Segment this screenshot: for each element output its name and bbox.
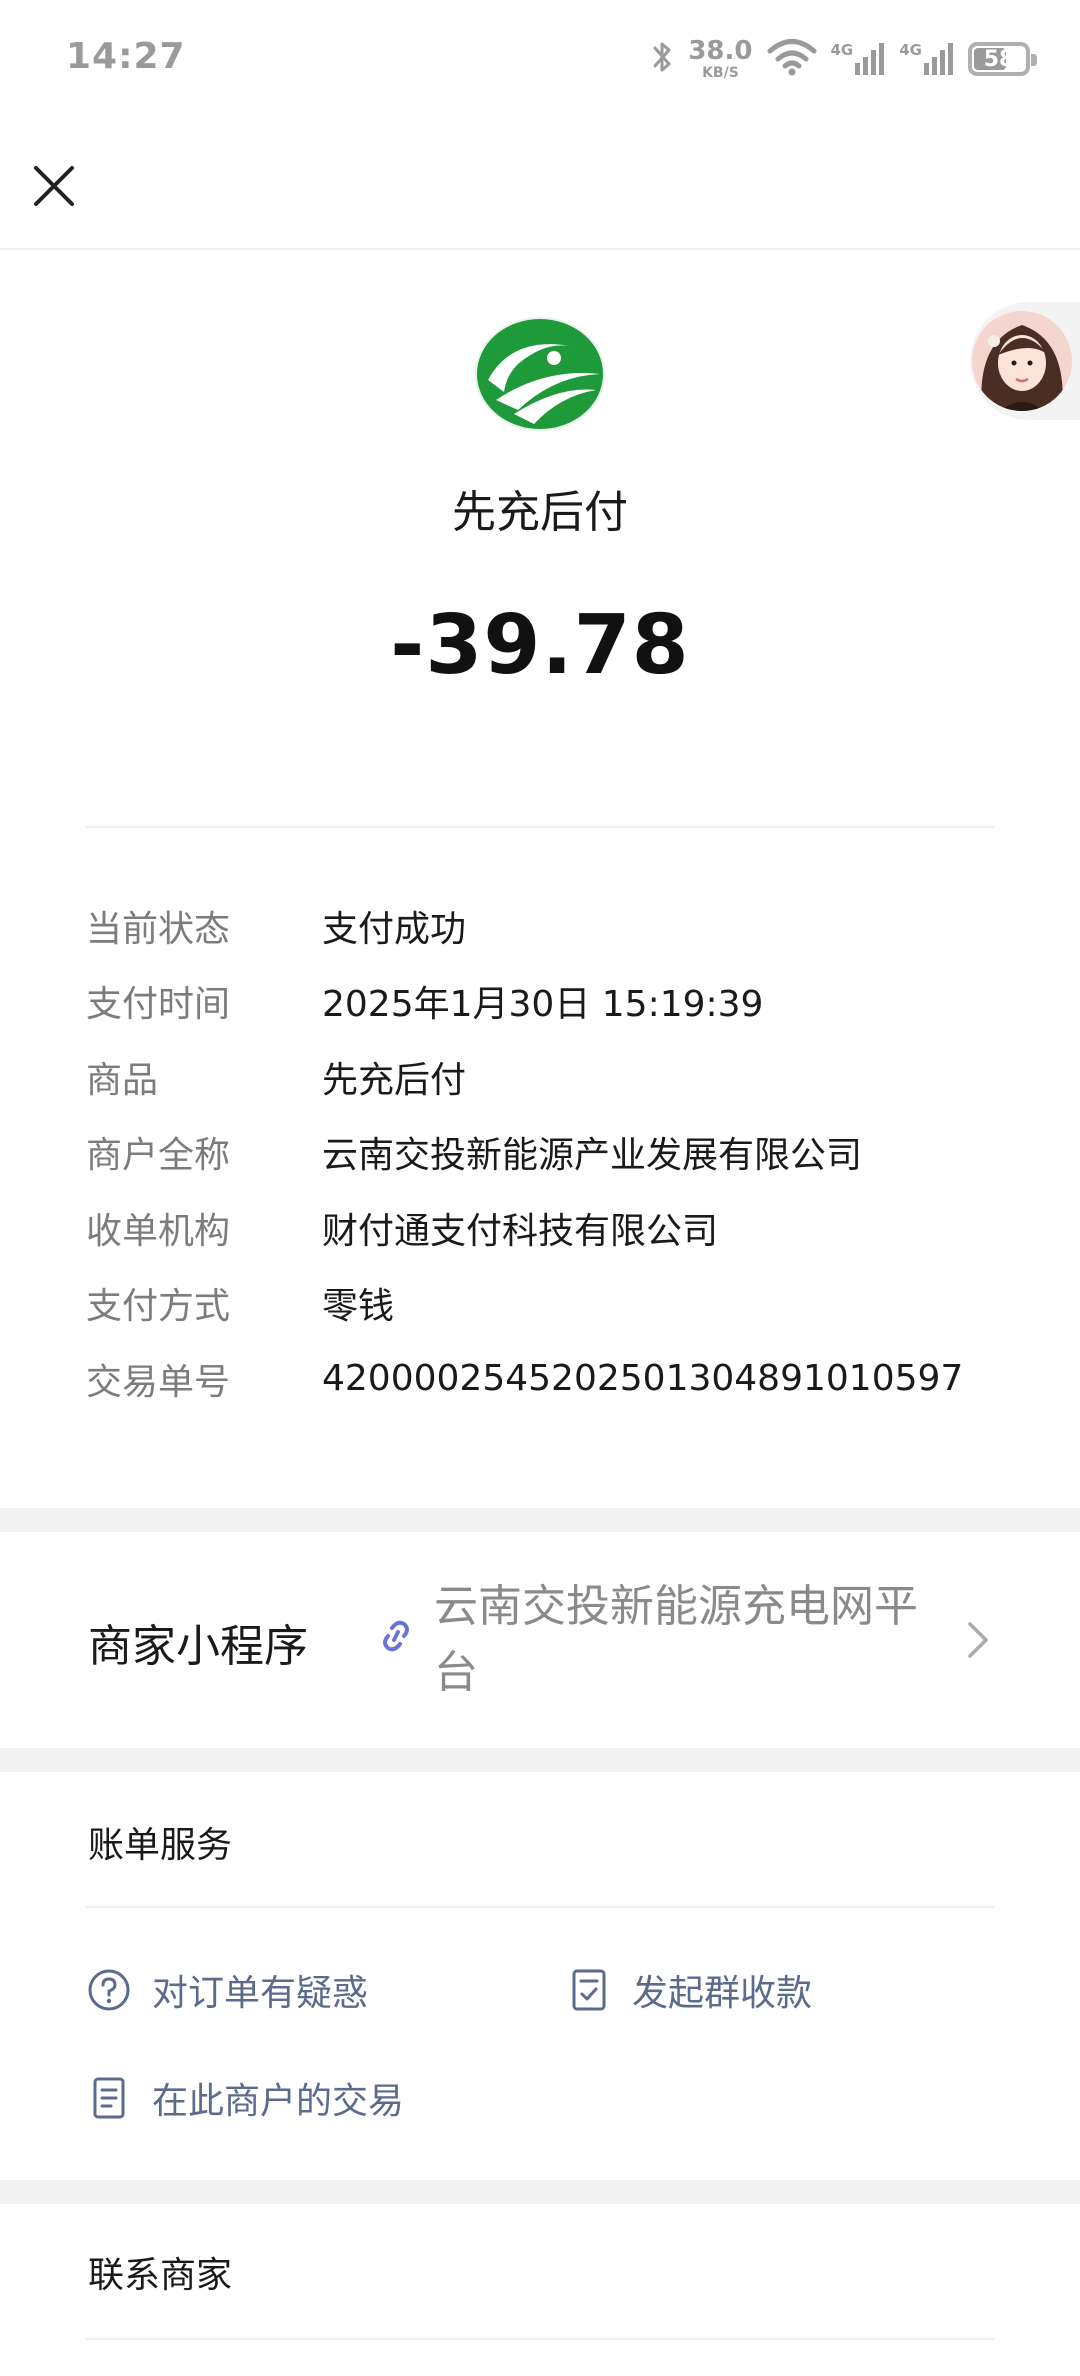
question-circle-icon (86, 1967, 132, 2013)
signal-bars-icon (924, 43, 953, 75)
detail-value: 云南交投新能源产业发展有限公司 (322, 1135, 863, 1177)
customer-service-avatar[interactable] (970, 302, 1080, 420)
detail-value: 先充后付 (322, 1059, 467, 1101)
section-separator (0, 2180, 1080, 2204)
detail-value: 零钱 (322, 1286, 395, 1328)
detail-value: 支付成功 (322, 908, 467, 950)
network-speed-unit: KB/S (702, 65, 739, 81)
nav-bar (0, 120, 1080, 250)
detail-row-product: 商品 先充后付 (86, 1039, 1036, 1115)
detail-row-merchant-full-name: 商户全称 云南交投新能源产业发展有限公司 (86, 1115, 1036, 1191)
section-separator (0, 1748, 1080, 1772)
detail-row-acquirer: 收单机构 财付通支付科技有限公司 (86, 1190, 1036, 1266)
bill-services-title: 账单服务 (88, 1825, 233, 1866)
payment-details: 当前状态 支付成功 支付时间 2025年1月30日 15:19:39 商品 先充… (86, 888, 1036, 1417)
detail-key: 商户全称 (86, 1135, 231, 1177)
checklist-icon (566, 1967, 612, 2013)
detail-row-pay-time: 支付时间 2025年1月30日 15:19:39 (86, 964, 1036, 1040)
detail-key: 收单机构 (86, 1210, 231, 1252)
divider (86, 826, 994, 828)
section-separator (0, 1508, 1080, 1532)
network-speed: 38.0 KB/S (688, 38, 752, 80)
group-collect-link[interactable]: 发起群收款 (566, 1964, 812, 2016)
battery-level: 58 (983, 46, 1015, 72)
network-speed-value: 38.0 (688, 36, 753, 66)
mini-program-label: 商家小程序 (88, 1621, 308, 1672)
avatar-image (972, 311, 1072, 411)
contact-merchant-title[interactable]: 联系商家 (88, 2246, 232, 2298)
detail-value: 2025年1月30日 15:19:39 (322, 984, 764, 1026)
detail-key: 支付方式 (86, 1286, 231, 1328)
detail-value: 财付通支付科技有限公司 (322, 1210, 719, 1252)
chevron-right-icon (962, 1618, 994, 1662)
order-question-link[interactable]: 对订单有疑惑 (86, 1964, 368, 2016)
status-icons: 38.0 KB/S 4G 4G 58 (652, 34, 1037, 84)
divider (86, 1906, 994, 1908)
divider (86, 2338, 994, 2340)
signal-1: 4G (831, 41, 886, 77)
close-button[interactable] (24, 156, 84, 216)
document-icon (86, 2075, 132, 2121)
signal-2: 4G (899, 41, 954, 77)
detail-value: 4200002545202501304891010597 (322, 1358, 964, 1400)
battery-icon: 58 (968, 42, 1037, 76)
merchant-logo (474, 316, 606, 432)
close-icon (34, 166, 74, 206)
service-label: 发起群收款 (632, 1973, 813, 2014)
mini-program-link-icon (372, 1612, 420, 1660)
signal-bars-icon (855, 43, 885, 75)
merchant-transactions-link[interactable]: 在此商户的交易 (86, 2072, 404, 2124)
service-label: 对订单有疑惑 (152, 1973, 369, 2014)
mini-program-name: 云南交投新能源充电网平台 (434, 1581, 918, 1698)
wifi-icon (767, 38, 817, 80)
detail-key: 交易单号 (86, 1361, 231, 1403)
detail-key: 支付时间 (86, 984, 231, 1026)
service-label: 在此商户的交易 (152, 2081, 405, 2122)
signal-2-label: 4G (899, 41, 922, 59)
bluetooth-icon (652, 39, 674, 79)
detail-row-transaction-id: 交易单号 4200002545202501304891010597 (86, 1341, 1036, 1417)
detail-row-status: 当前状态 支付成功 (86, 888, 1036, 964)
detail-row-pay-method: 支付方式 零钱 (86, 1266, 1036, 1342)
detail-key: 当前状态 (86, 908, 231, 950)
status-bar: 14:27 38.0 KB/S 4G 4G 58 (0, 0, 1080, 120)
detail-key: 商品 (86, 1059, 159, 1101)
signal-1-label: 4G (830, 41, 854, 59)
payment-amount: -39.78 (390, 598, 690, 693)
merchant-name: 先充后付 (452, 487, 628, 538)
status-time: 14:27 (66, 36, 186, 77)
